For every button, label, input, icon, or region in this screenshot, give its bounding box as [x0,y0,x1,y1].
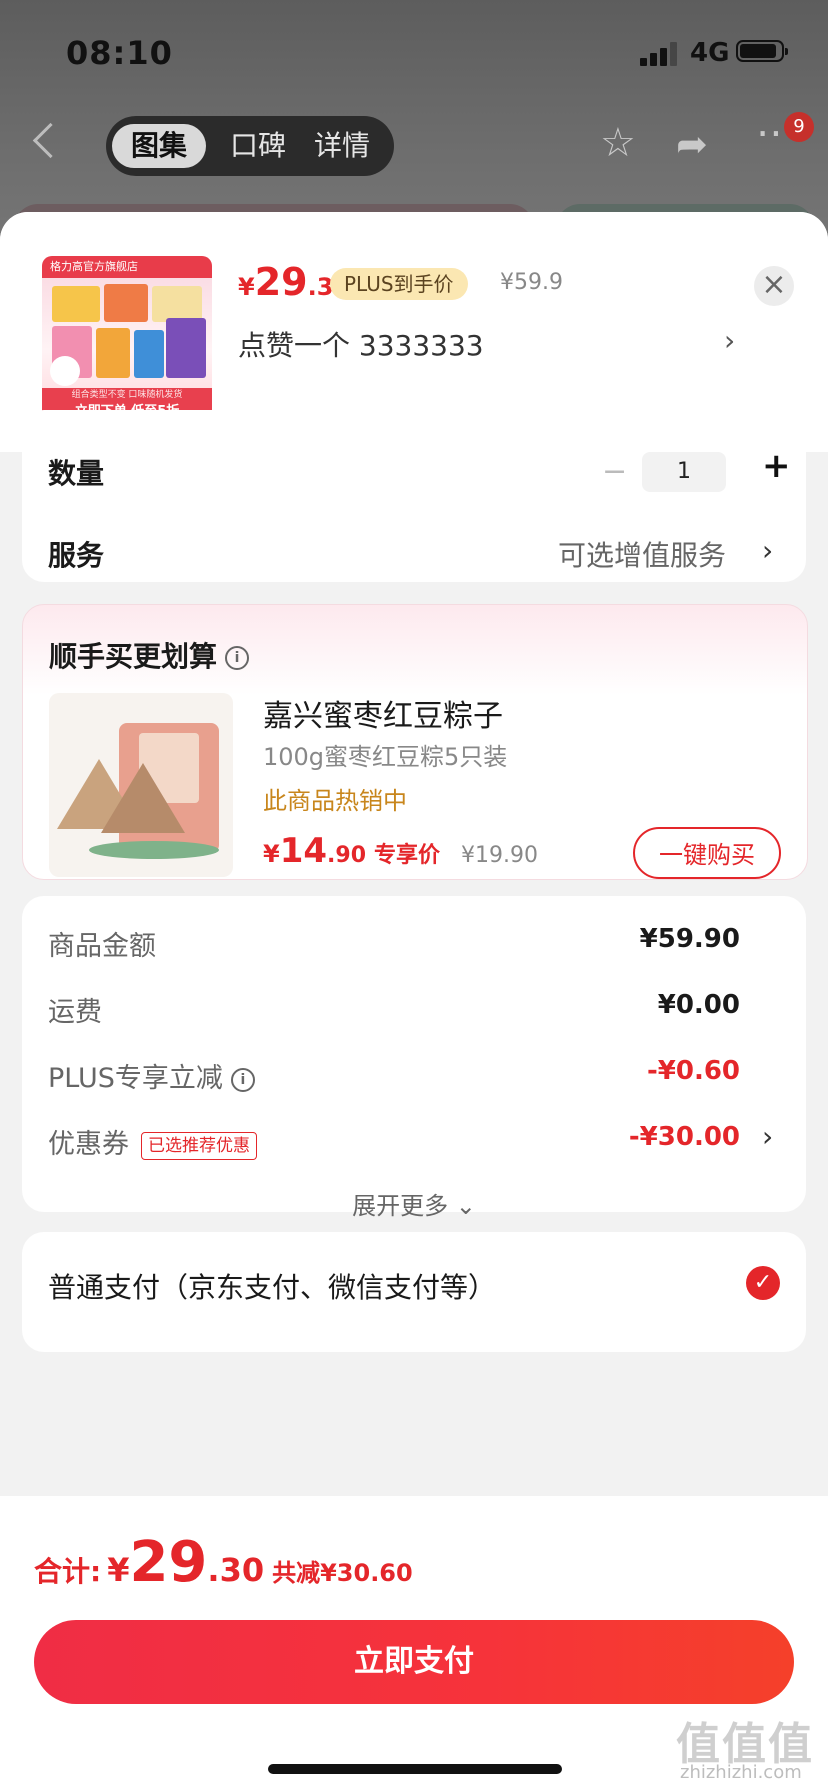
product-nav-bar: 图集 口碑 详情 ☆ ➦ ⋯ 9 [0,110,828,180]
favorite-star-icon[interactable]: ☆ [600,120,636,166]
home-indicator [268,1764,562,1774]
info-icon[interactable]: i [225,646,250,670]
price-integer: 29 [254,260,308,304]
selected-spec[interactable]: 点赞一个 3333333 [238,324,484,364]
total-decimal: .30 [207,1551,265,1589]
summary-label-plus-text: PLUS专享立减 [48,1063,223,1094]
tab-details[interactable]: 详情 [302,124,382,168]
back-arrow-icon[interactable] [32,122,69,159]
quantity-increase-button[interactable]: + [762,446,791,486]
chevron-right-icon[interactable]: › [762,1120,773,1153]
battery-icon [736,40,788,62]
summary-label-coupon-text: 优惠券 [48,1129,129,1160]
plus-price-tag: PLUS到手价 [330,268,468,300]
payment-method-label[interactable]: 普通支付（京东支付、微信支付等） [48,1266,496,1306]
total-symbol: ¥ [107,1551,130,1589]
summary-label-plus: PLUS专享立减 i [48,1056,255,1095]
chevron-right-icon[interactable]: › [762,534,773,567]
message-count-badge: 9 [784,112,814,142]
expand-more-label: 展开更多 [352,1192,449,1220]
summary-value-shipping: ¥0.00 [657,990,740,1020]
checkout-footer: 合计: ¥29.30 共减¥30.60 立即支付 值值值 zhizhizhi.com [0,1496,828,1792]
upsell-price-decimal: .90 [327,843,367,868]
coupon-selected-tag: 已选推荐优惠 [141,1131,257,1160]
watermark-url: zhizhizhi.com [680,1762,802,1783]
payment-method-card: 普通支付（京东支付、微信支付等） ✓ [22,1232,806,1352]
total-amount: 合计: ¥29.30 共减¥30.60 [34,1530,413,1595]
pay-now-button[interactable]: 立即支付 [34,1620,794,1704]
summary-value-coupon[interactable]: -¥30.00 [629,1122,740,1152]
tab-gallery[interactable]: 图集 [112,124,206,168]
total-reduction: 共减¥30.60 [272,1559,413,1587]
upsell-price-symbol: ¥ [263,840,280,868]
total-integer: 29 [129,1530,208,1595]
upsell-price-label: 专享价 [374,843,441,868]
info-icon[interactable]: i [230,1067,255,1092]
expand-more-button[interactable]: 展开更多 ⌄ [22,1186,806,1221]
summary-label-coupon[interactable]: 优惠券 已选推荐优惠 [48,1122,257,1161]
thumbnail-banner-note: 组合类型不变 口味随机发货 [71,390,183,400]
summary-label-shipping: 运费 [48,997,102,1028]
summary-value-plus: -¥0.60 [646,1056,740,1086]
service-option[interactable]: 可选增值服务 [558,534,726,574]
upsell-title-text: 顺手买更划算 [49,640,218,673]
quantity-label: 数量 [48,457,105,490]
price-summary-card: 商品金额 ¥59.90 运费 ¥0.00 PLUS专享立减 i -¥0.60 优惠… [22,896,806,1220]
quantity-input[interactable]: 1 [642,452,726,492]
upsell-product-image[interactable] [49,693,233,877]
chevron-right-icon[interactable]: › [724,324,735,357]
signal-icon [640,42,680,66]
network-type: 4G [690,38,730,68]
total-label: 合计: [34,1555,102,1588]
one-click-buy-button[interactable]: 一键购买 [633,827,781,879]
upsell-product-name[interactable]: 嘉兴蜜枣红豆粽子 [263,691,503,735]
service-label: 服务 [48,539,105,572]
view-tab-switcher: 图集 口碑 详情 [106,116,394,176]
summary-label-goods: 商品金额 [48,931,156,962]
upsell-original-price: ¥19.90 [461,843,538,868]
share-icon[interactable]: ➦ [676,122,708,166]
price-symbol: ¥ [238,273,255,301]
quantity-service-card: 数量 − 1 + 服务 可选增值服务 › [22,410,806,582]
close-icon[interactable]: × [754,266,794,306]
status-bar: 08:10 4G [0,0,828,100]
upsell-price-integer: 14 [279,831,328,871]
upsell-title: 顺手买更划算 i [49,635,250,675]
tab-reviews[interactable]: 口碑 [218,124,298,168]
upsell-price: ¥14.90 专享价 [263,831,440,871]
quantity-decrease-button[interactable]: − [602,454,627,489]
upsell-hot-label: 此商品热销中 [263,787,407,815]
product-thumbnail[interactable]: 格力高官方旗舰店 组合类型不变 口味随机发货 立即下单 低至5折 [42,256,212,426]
thumbnail-store-name: 格力高官方旗舰店 [42,256,212,278]
chevron-down-icon: ⌄ [455,1192,476,1220]
check-icon[interactable]: ✓ [746,1266,780,1300]
product-price: ¥29.3 [238,260,333,304]
upsell-card: 顺手买更划算 i 嘉兴蜜枣红豆粽子 100g蜜枣红豆粽5只装 此商品热销中 ¥14… [22,604,808,880]
original-price: ¥59.9 [500,270,563,295]
status-time: 08:10 [66,34,173,72]
upsell-product-spec: 100g蜜枣红豆粽5只装 [263,743,508,771]
summary-value-goods: ¥59.90 [639,924,740,954]
